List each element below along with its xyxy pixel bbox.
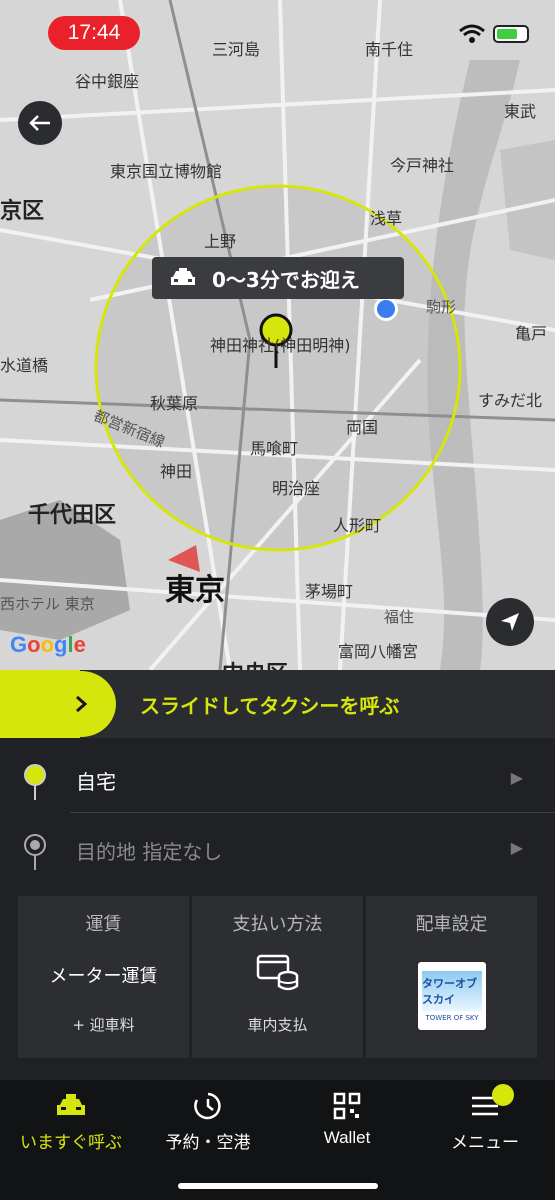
chevron-right-icon bbox=[76, 695, 88, 713]
home-row[interactable]: 自宅 ▶ bbox=[0, 744, 555, 812]
map-label: 駒形 bbox=[426, 298, 457, 316]
taxi-icon bbox=[171, 268, 195, 285]
arrow-left-icon bbox=[29, 115, 50, 131]
map-label: 浅草 bbox=[370, 209, 403, 228]
fare-title: 運賃 bbox=[85, 914, 122, 935]
destination-row[interactable]: 目的地 指定なし ▶ bbox=[0, 814, 555, 882]
navigation-arrow-icon bbox=[501, 613, 519, 631]
tab-label: Wallet bbox=[323, 1128, 371, 1147]
map-label: 西ホテル 東京 bbox=[0, 595, 95, 613]
dispatch-title: 配車設定 bbox=[415, 914, 488, 935]
map-label: 馬喰町 bbox=[250, 439, 299, 458]
payment-title: 支払い方法 bbox=[232, 914, 323, 935]
home-label: 自宅 bbox=[76, 770, 116, 794]
status-time: 17:44 bbox=[48, 16, 140, 50]
wifi-icon bbox=[459, 24, 485, 43]
eta-text: 0～3分でお迎え bbox=[212, 267, 360, 292]
tab-label: 予約・空港 bbox=[165, 1133, 251, 1153]
map-label: 東京 bbox=[165, 573, 225, 608]
qr-icon bbox=[333, 1092, 361, 1120]
map-label: 茅場町 bbox=[305, 582, 354, 601]
back-button[interactable] bbox=[18, 101, 62, 145]
map-label: すみだ北 bbox=[478, 391, 543, 410]
tab-wallet[interactable]: Wallet bbox=[278, 1090, 416, 1150]
current-location-button[interactable] bbox=[486, 598, 534, 646]
map-view[interactable]: 谷中銀座 三河島 南千住 東京国立博物館 今戸神社 京区 上野 浅草 亀戸 水道… bbox=[0, 0, 555, 670]
google-logo: Google bbox=[10, 632, 86, 657]
home-indicator[interactable] bbox=[178, 1183, 378, 1189]
map-label: 神田神社(神田明神) bbox=[210, 336, 351, 355]
play-arrow-icon: ▶ bbox=[510, 838, 523, 857]
map-label: 秋葉原 bbox=[150, 394, 199, 413]
eta-bubble: 0～3分でお迎え bbox=[152, 257, 404, 299]
map-label: 三河島 bbox=[212, 40, 261, 59]
map-label: 東武 bbox=[504, 102, 537, 121]
taxi-icon bbox=[57, 1094, 85, 1115]
destination-pin-icon bbox=[24, 834, 46, 870]
map-label: 京区 bbox=[0, 199, 45, 224]
payment-card[interactable]: 支払い方法 車内支払 bbox=[192, 896, 363, 1058]
game-logo: タワーオブスカイ TOWER OF SKY bbox=[418, 962, 486, 1030]
map-label: 谷中銀座 bbox=[75, 72, 140, 91]
destination-label: 目的地 指定なし bbox=[76, 840, 223, 864]
tab-menu[interactable]: メニュー bbox=[416, 1084, 554, 1153]
fare-sub: + 迎車料 bbox=[72, 1016, 135, 1034]
clock-icon bbox=[194, 1092, 221, 1120]
map-label: 上野 bbox=[204, 232, 237, 251]
map-label: 千代田区 bbox=[28, 503, 117, 528]
logo-subtitle: TOWER OF SKY bbox=[425, 1013, 479, 1022]
battery-icon bbox=[493, 25, 529, 43]
divider bbox=[70, 812, 555, 813]
tab-label: メニュー bbox=[451, 1133, 519, 1153]
map-label: 神田 bbox=[160, 462, 193, 481]
map-label: 人形町 bbox=[333, 516, 382, 535]
tab-label: いますぐ呼ぶ bbox=[20, 1133, 122, 1153]
tab-reservation[interactable]: 予約・空港 bbox=[139, 1090, 277, 1153]
payment-method: 車内支払 bbox=[247, 1016, 308, 1034]
logo-title: タワーオブスカイ bbox=[422, 976, 477, 1006]
map-label: 南千住 bbox=[365, 40, 414, 59]
slide-knob[interactable] bbox=[46, 671, 116, 737]
map-label: 今戸神社 bbox=[390, 156, 455, 175]
map-label: 福住 bbox=[384, 608, 415, 626]
map-label: 東京国立博物館 bbox=[110, 162, 223, 181]
map-label: 水道橋 bbox=[0, 356, 49, 375]
pickup-pin-icon bbox=[24, 764, 46, 800]
tab-bar: いますぐ呼ぶ 予約・空港 Wallet メニュー bbox=[0, 1080, 555, 1200]
status-icons bbox=[459, 24, 529, 44]
map-label: 明治座 bbox=[272, 479, 321, 498]
play-arrow-icon: ▶ bbox=[510, 768, 523, 787]
map-label: 中央区 bbox=[222, 656, 288, 670]
dispatch-card[interactable]: 配車設定 タワーオブスカイ TOWER OF SKY bbox=[366, 896, 537, 1058]
tab-call-now[interactable]: いますぐ呼ぶ bbox=[2, 1090, 140, 1153]
map-label: 亀戸 bbox=[515, 324, 548, 343]
map-label: 富岡八幡宮 bbox=[338, 642, 419, 661]
wallet-coins-icon bbox=[256, 954, 299, 991]
fare-value: メーター運賃 bbox=[49, 966, 158, 987]
notification-dot bbox=[492, 1084, 514, 1106]
map-label: 両国 bbox=[346, 418, 379, 437]
fare-card[interactable]: 運賃 メーター運賃 + 迎車料 bbox=[18, 896, 189, 1058]
slide-label: スライドしてタクシーを呼ぶ bbox=[140, 694, 400, 718]
